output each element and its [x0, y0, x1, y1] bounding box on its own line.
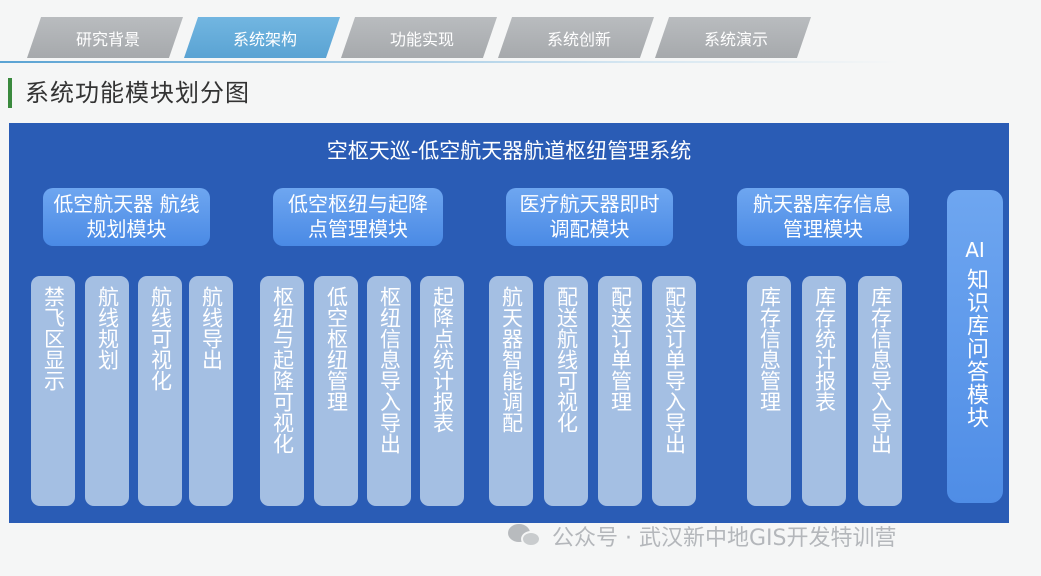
section-title: 系统功能模块划分图: [25, 79, 250, 107]
section-title-accent: [8, 78, 12, 108]
top-tab-bar: 研究背景 系统架构 功能实现 系统创新 系统演示: [0, 0, 1041, 70]
leaf-delivery-route-visualization: 配送航线可视化: [544, 276, 588, 506]
leaf-delivery-order-import-export: 配送订单导入导出: [652, 276, 696, 506]
module-medical-dispatch: 医疗航天器即时调配模块: [506, 188, 673, 246]
leaf-route-planning: 航线规划: [85, 276, 129, 506]
ai-module-label: 知识库问答模块: [963, 268, 988, 429]
module-label: 航天器库存信息管理模块: [753, 192, 893, 241]
tab-label: 研究背景: [75, 29, 140, 49]
leaf-delivery-order-management: 配送订单管理: [598, 276, 642, 506]
leaf-inventory-import-export: 库存信息导入导出: [858, 276, 902, 506]
system-title: 空枢天巡-低空航天器航道枢纽管理系统: [326, 139, 692, 163]
leaf-inventory-management: 库存信息管理: [747, 276, 791, 506]
watermark-text: 公众号 · 武汉新中地GIS开发特训营: [552, 526, 897, 551]
tab-system-architecture[interactable]: 系统架构: [184, 17, 340, 58]
leaf-smart-dispatch: 航天器智能调配: [489, 276, 533, 506]
leaf-no-fly-zone: 禁飞区显示: [31, 276, 75, 506]
watermark: 公众号 · 武汉新中地GIS开发特训营: [508, 520, 896, 552]
module-ai-knowledge-qa: AI 知识库问答模块: [947, 190, 1003, 503]
tab-function-implementation[interactable]: 功能实现: [341, 17, 497, 58]
wechat-icon: [508, 524, 542, 548]
module-route-planning: 低空航天器 航线规划模块: [43, 188, 210, 246]
tab-label: 功能实现: [389, 29, 454, 49]
tab-label: 系统创新: [546, 29, 611, 49]
tab-underline: [0, 61, 900, 63]
leaf-route-export: 航线导出: [189, 276, 233, 506]
tab-label: 系统演示: [703, 29, 768, 49]
leaf-landing-statistics: 起降点统计报表: [420, 276, 464, 506]
tab-label: 系统架构: [232, 29, 297, 49]
tab-research-background[interactable]: 研究背景: [27, 17, 183, 58]
ai-label: AI: [965, 238, 985, 262]
tab-system-innovation[interactable]: 系统创新: [498, 17, 654, 58]
module-inventory-management: 航天器库存信息管理模块: [737, 188, 909, 246]
module-label: 低空航天器 航线规划模块: [53, 192, 200, 241]
module-label: 医疗航天器即时调配模块: [519, 192, 660, 241]
leaf-hub-management: 低空枢纽管理: [314, 276, 358, 506]
leaf-hub-visualization: 枢纽与起降可视化: [260, 276, 304, 506]
tab-system-demo[interactable]: 系统演示: [655, 17, 811, 58]
module-label: 低空枢纽与起降点管理模块: [288, 192, 428, 241]
leaf-inventory-statistics: 库存统计报表: [802, 276, 846, 506]
module-hub-management: 低空枢纽与起降点管理模块: [273, 188, 443, 246]
module-diagram: 空枢天巡-低空航天器航道枢纽管理系统 低空航天器 航线规划模块 禁飞区显示 航线…: [9, 123, 1009, 523]
leaf-route-visualization: 航线可视化: [138, 276, 182, 506]
leaf-hub-import-export: 枢纽信息导入导出: [367, 276, 411, 506]
